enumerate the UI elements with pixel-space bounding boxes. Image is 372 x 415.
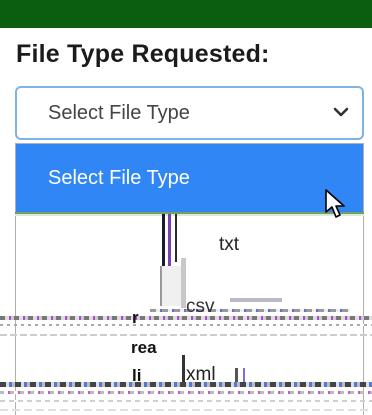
file-type-heading: File Type Requested: (16, 40, 270, 68)
render-artifact (150, 309, 350, 312)
option-csv[interactable]: csv (186, 296, 215, 318)
option-select-file-type[interactable]: Select File Type (16, 144, 363, 212)
top-banner (0, 0, 372, 28)
option-xml[interactable]: xml (186, 364, 216, 386)
render-artifact (0, 391, 372, 394)
text-fragment: r (132, 308, 139, 327)
text-fragment: rea (131, 338, 157, 357)
render-artifact (0, 334, 372, 336)
option-select-file-type-label: Select File Type (48, 167, 190, 189)
render-artifact-line (15, 212, 364, 214)
mouse-cursor-icon (325, 189, 345, 218)
option-txt[interactable]: txt (219, 234, 239, 256)
render-artifact (0, 324, 372, 326)
render-artifact (175, 214, 177, 262)
render-artifact (0, 400, 372, 402)
chevron-down-icon (333, 107, 349, 117)
text-fragment: li (132, 366, 142, 385)
file-type-select[interactable]: Select File Type (15, 86, 364, 140)
render-artifact (162, 214, 165, 266)
render-artifact (0, 409, 372, 411)
file-type-select-value: Select File Type (48, 102, 190, 124)
render-artifact (168, 214, 171, 269)
render-artifact (230, 298, 282, 302)
